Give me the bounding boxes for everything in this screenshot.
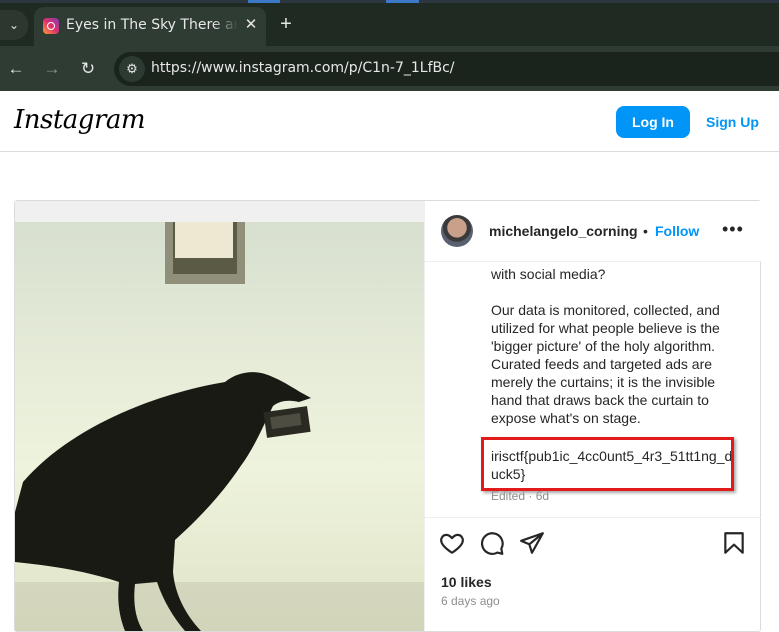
new-tab-button[interactable]: + (276, 13, 296, 35)
tabstrip-top-line (0, 0, 779, 3)
edited-timestamp: Edited · 6d (491, 489, 550, 503)
tab-search-button[interactable]: ⌄ (0, 10, 28, 40)
instagram-header: Instagram Log In Sign Up (0, 91, 779, 152)
browser-toolbar: ← → ↻ ⚙ https://www.instagram.com/p/C1n-… (0, 46, 779, 91)
sign-up-link[interactable]: Sign Up (706, 114, 759, 130)
post-username[interactable]: michelangelo_corning (489, 223, 638, 239)
back-arrow-icon[interactable]: ← (5, 58, 27, 80)
tab-title: Eyes in The Sky There are No Secrets (66, 17, 238, 33)
reload-icon[interactable]: ↻ (77, 58, 99, 80)
bookmark-icon[interactable] (721, 530, 747, 556)
post-sidebar: michelangelo_corning • Follow ••• with s… (424, 201, 761, 631)
instagram-favicon-icon (43, 18, 59, 34)
separator-dot: • (643, 223, 648, 239)
log-in-button[interactable]: Log In (616, 106, 690, 138)
post-actions: 10 likes 6 days ago (425, 517, 761, 632)
heart-icon[interactable] (439, 530, 465, 556)
forward-arrow-icon[interactable]: → (41, 58, 63, 80)
post-header: michelangelo_corning • Follow ••• (425, 201, 761, 262)
post-time: 6 days ago (441, 594, 500, 608)
avatar[interactable] (441, 215, 473, 247)
post-caption: with social media? Our data is monitored… (491, 265, 735, 427)
follow-button[interactable]: Follow (655, 223, 699, 239)
post-media (15, 201, 424, 631)
chevron-down-icon: ⌄ (8, 18, 20, 32)
share-icon[interactable] (519, 530, 545, 556)
crow-image (15, 222, 424, 631)
instagram-logo[interactable]: Instagram (14, 105, 146, 135)
highlight-box (481, 437, 734, 491)
more-options-icon[interactable]: ••• (722, 219, 744, 240)
tab-close-icon[interactable]: ✕ (242, 15, 260, 35)
like-count[interactable]: 10 likes (441, 574, 492, 590)
comment-icon[interactable] (479, 530, 505, 556)
tab-group-marker (386, 0, 419, 3)
caption-paragraph: Our data is monitored, collected, and ut… (491, 302, 720, 426)
site-info-icon[interactable]: ⚙ (119, 56, 145, 82)
post-photo[interactable] (15, 222, 424, 631)
caption-line: with social media? (491, 266, 606, 282)
post-card: michelangelo_corning • Follow ••• with s… (14, 200, 761, 632)
browser-tabstrip: ⌄ Eyes in The Sky There are No Secrets ✕… (0, 0, 779, 46)
browser-tab-active[interactable]: Eyes in The Sky There are No Secrets ✕ (34, 7, 266, 46)
address-url[interactable]: https://www.instagram.com/p/C1n-7_1LfBc/ (151, 60, 455, 76)
tab-group-marker (248, 0, 280, 3)
address-bar[interactable]: ⚙ https://www.instagram.com/p/C1n-7_1LfB… (114, 52, 779, 86)
